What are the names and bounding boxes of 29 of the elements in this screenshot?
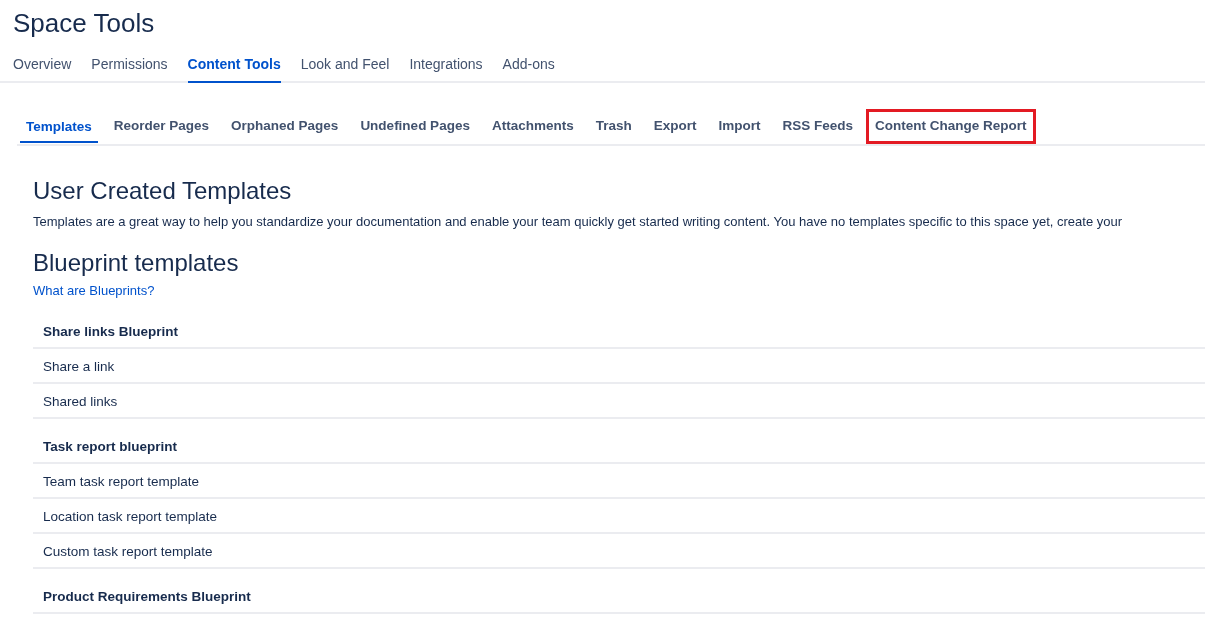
- description-text: Templates are a great way to help you standardize your documentation and enable your team quickly get started writing content. You have no templates specific to this space yet, create your: [33, 213, 1124, 232]
- content-tab[interactable]: Trash: [586, 109, 641, 145]
- content-tab[interactable]: Templates: [17, 110, 101, 144]
- template-row[interactable]: Share a link: [33, 348, 1205, 384]
- section-heading: User Created Templates: [33, 176, 293, 207]
- template-row[interactable]: Custom task report template: [33, 533, 1205, 569]
- nav-tab[interactable]: Integrations: [409, 54, 483, 83]
- content-tab[interactable]: Import: [709, 109, 770, 145]
- content-tab[interactable]: Undefined Pages: [351, 109, 479, 145]
- page-title: Space Tools: [13, 7, 156, 40]
- content-tab[interactable]: Attachments: [482, 109, 583, 145]
- content-tab[interactable]: Orphaned Pages: [222, 109, 348, 145]
- template-row[interactable]: Team task report template: [33, 463, 1205, 499]
- nav-tab[interactable]: Look and Feel: [300, 54, 390, 83]
- section-heading: Blueprint templates: [33, 247, 240, 278]
- highlighted-tab[interactable]: Content Change Report: [866, 109, 1036, 145]
- nav-tab[interactable]: Add-ons: [502, 54, 555, 83]
- content-tab[interactable]: Export: [644, 109, 706, 145]
- blueprint-group-header: Product Requirements Blueprint: [33, 578, 1205, 614]
- blueprint-group-header: Share links Blueprint: [33, 313, 1205, 349]
- content-tab[interactable]: RSS Feeds: [773, 109, 862, 145]
- blueprint-group-header: Task report blueprint: [33, 428, 1205, 464]
- nav-tab[interactable]: Permissions: [91, 54, 168, 83]
- nav-tab[interactable]: Overview: [13, 54, 72, 83]
- template-row[interactable]: Location task report template: [33, 498, 1205, 534]
- content-tab[interactable]: Reorder Pages: [104, 109, 219, 145]
- nav-tab[interactable]: Content Tools: [187, 54, 281, 83]
- template-row[interactable]: Shared links: [33, 383, 1205, 419]
- blueprints-link[interactable]: What are Blueprints?: [33, 282, 155, 298]
